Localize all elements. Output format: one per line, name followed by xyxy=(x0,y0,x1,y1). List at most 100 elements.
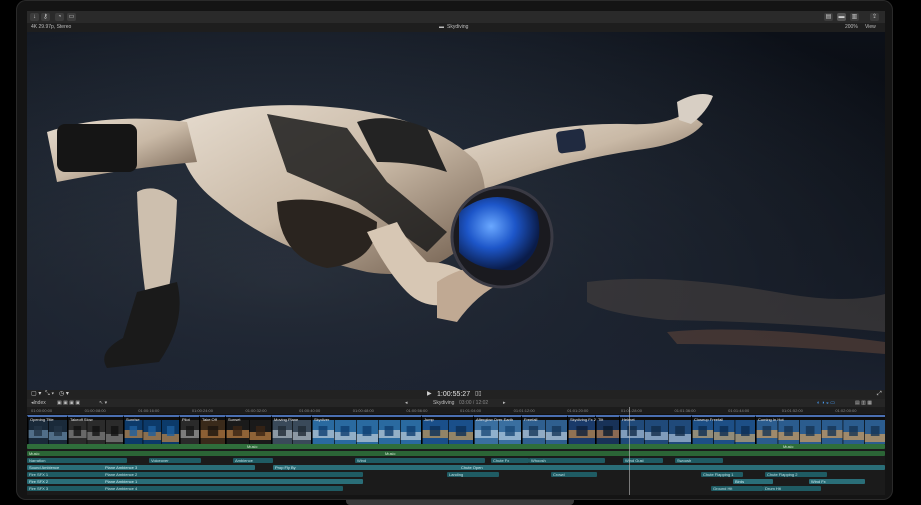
share-library-button[interactable]: ▭ xyxy=(67,13,76,21)
drum-hit-clip[interactable]: Drum Hit xyxy=(763,486,821,491)
ground-hit-clip[interactable]: Ground Hit xyxy=(711,486,763,491)
music-lane-a[interactable]: Music Music xyxy=(27,444,885,449)
clip-filmstrip xyxy=(474,420,522,444)
voiceover-clip[interactable]: Voiceover xyxy=(149,458,201,463)
clip-filmstrip xyxy=(68,420,124,444)
keywords-button[interactable]: ⚷ xyxy=(41,13,50,21)
effects-browser-icon[interactable]: ▤ ▥ ▦ xyxy=(855,399,872,407)
share-export-button[interactable]: ⇪ xyxy=(870,13,879,21)
ambience-clip[interactable]: Ambience xyxy=(233,458,273,463)
music-lane-b[interactable]: Music Music xyxy=(27,451,885,456)
format-label: 4K 29.97p, Stereo xyxy=(31,24,72,30)
clip-name: Freefall xyxy=(524,417,538,422)
ruler-tick-label: 01:02:00:00 xyxy=(835,408,857,413)
skydiver-image xyxy=(27,32,885,390)
film-icon: ▭ xyxy=(68,14,75,20)
key-icon: ⚷ xyxy=(43,14,48,20)
wind-clip[interactable]: Wind xyxy=(355,458,485,463)
timeline-clip[interactable]: Pilot xyxy=(179,415,200,444)
timeline-clip[interactable]: Afterglow Over Earth xyxy=(473,415,522,444)
clip-name: Skydiving Fx 2 xyxy=(570,417,596,422)
tool-select-icon[interactable]: ↖ ▾ xyxy=(99,399,107,407)
project-name[interactable]: Skydiving xyxy=(433,399,454,407)
clip-filmstrip xyxy=(124,420,180,444)
ruler-tick-label: 01:00:32:00 xyxy=(245,408,267,413)
timeline-clip[interactable]: Skydiver xyxy=(311,415,422,444)
chute-fx-clip[interactable]: Chute Fx xyxy=(491,458,529,463)
chute-flapping-2-clip[interactable]: Chute Flapping 2 xyxy=(765,472,827,477)
zoom-popup[interactable]: 200% xyxy=(845,23,858,32)
fire-sfx-1-clip[interactable]: Fire SFX 1 Plane Ambience 2 xyxy=(27,472,363,477)
timeline-clip[interactable]: Tilt xyxy=(595,415,620,444)
timeline-clip[interactable]: Freefall xyxy=(521,415,568,444)
share-icon: ⇪ xyxy=(871,14,878,20)
timeline-index-button[interactable]: ◂ Index xyxy=(31,399,46,407)
narration-clip[interactable]: Narration xyxy=(27,458,127,463)
timeline-clip[interactable]: Opening Title xyxy=(27,415,68,444)
viewer-frame[interactable] xyxy=(27,32,885,390)
clip-name: Coming In Hot xyxy=(758,417,784,422)
fullscreen-icon[interactable]: ⤢ xyxy=(877,390,882,399)
fire-sfx-2-clip[interactable]: Fire SFX 2 Plane Ambience 1 xyxy=(27,479,363,484)
ruler-tick-label: 01:00:16:00 xyxy=(138,408,160,413)
timeline-clip[interactable]: Closeup Freefall xyxy=(691,415,756,444)
ruler-tick-label: 01:01:12:00 xyxy=(513,408,535,413)
timeline-clip[interactable]: Skydiving Fx 2 xyxy=(567,415,596,444)
whoosh-clip[interactable]: Whoosh xyxy=(529,458,605,463)
timecode-display[interactable]: 1:00:55:27 xyxy=(437,390,470,399)
timeline-clip[interactable]: Sunrise xyxy=(123,415,180,444)
wind-fx-clip[interactable]: Wind Fx xyxy=(809,479,865,484)
clip-name: Takeoff Slow xyxy=(70,417,93,422)
ruler-tick-label: 01:00:00:00 xyxy=(31,408,53,413)
import-button[interactable]: ↓ xyxy=(30,13,39,21)
crowd-clip[interactable]: Crowd xyxy=(551,472,597,477)
timeline-toggle-button[interactable]: ▬ xyxy=(837,13,846,21)
timeline-icon: ▬ xyxy=(838,14,845,20)
progress-icon: ◔ xyxy=(57,14,62,20)
clip-filmstrip xyxy=(620,420,692,444)
birds-clip[interactable]: Birds xyxy=(733,479,773,484)
viewer-options-icon[interactable]: ▢ ▾ xyxy=(31,390,41,399)
forward-history-icon[interactable]: ▸ xyxy=(503,399,506,407)
ruler-tick-label: 01:00:40:00 xyxy=(299,408,321,413)
sound-ambience-clip[interactable]: Sound Ambience Plane Ambience 3 xyxy=(27,465,255,470)
timeline-clip[interactable]: Take Off xyxy=(199,415,226,444)
clip-name: Take Off xyxy=(202,417,217,422)
transport-bar: ▢ ▾ ⤡ ▾ ◷ ▾ ▶ 1:00:55:27 ▯▯ ⤢ xyxy=(27,390,885,399)
timeline-clip[interactable]: Moving Plane xyxy=(271,415,312,444)
timeline-clip[interactable]: Sunset xyxy=(225,415,272,444)
ruler-tick-label: 01:00:56:00 xyxy=(406,408,428,413)
timeline-clip[interactable]: Coming In Hot xyxy=(755,415,885,444)
timeline-clip[interactable]: Jump xyxy=(421,415,474,444)
prop-fly-by-clip[interactable]: Prop Fly By Chute Open xyxy=(273,465,885,470)
speed-icon[interactable]: ◷ ▾ xyxy=(59,390,69,399)
play-button[interactable]: ▶ xyxy=(427,390,432,399)
inspector-toggle-button[interactable]: ▥ xyxy=(850,13,859,21)
clip-icon: ▬ xyxy=(439,24,444,30)
clip-name: Jump xyxy=(424,417,434,422)
swoosh-clip[interactable]: Swoosh xyxy=(675,458,723,463)
primary-storyline: Opening Title Takeoff Slow Sunrise Pilot Tak… xyxy=(27,415,885,444)
project-duration: 03:00 / 12:02 xyxy=(459,400,489,406)
clip-name: Skydiver xyxy=(314,417,330,422)
clip-name: Pilot xyxy=(182,417,190,422)
transform-icon[interactable]: ⤡ ▾ xyxy=(45,390,54,399)
landing-clip[interactable]: Landing xyxy=(447,472,499,477)
clip-filmstrip xyxy=(522,420,568,444)
append-icon[interactable]: ▣ ▣ ▣ ▣ xyxy=(57,399,80,407)
chute-flapping-1-clip[interactable]: Chute Flapping 1 xyxy=(701,472,743,477)
timeline-clip[interactable]: Takeoff Slow xyxy=(67,415,124,444)
view-popup[interactable]: View xyxy=(865,23,876,32)
viewer-clip-title: Skydiving xyxy=(447,24,469,30)
background-tasks-button[interactable]: ◔ xyxy=(55,13,64,21)
back-history-icon[interactable]: ◂ xyxy=(405,399,408,407)
clip-name: Sunset xyxy=(228,417,241,422)
timeline-ruler[interactable]: 01:00:00:00 01:00:08:00 01:00:16:00 01:00:2… xyxy=(27,407,885,415)
ruler-tick-label: 01:01:36:00 xyxy=(674,408,696,413)
ruler-tick-label: 01:00:48:00 xyxy=(352,408,374,413)
clip-appearance-icon[interactable]: ◐ ◑ ◒ ▭ xyxy=(817,399,835,407)
clip-filmstrip xyxy=(692,420,756,444)
inspector-icon: ▥ xyxy=(851,14,858,20)
fire-sfx-3-clip[interactable]: Fire SFX 3 Plane Ambience 4 xyxy=(27,486,343,491)
browser-toggle-button[interactable]: ▤ xyxy=(824,13,833,21)
